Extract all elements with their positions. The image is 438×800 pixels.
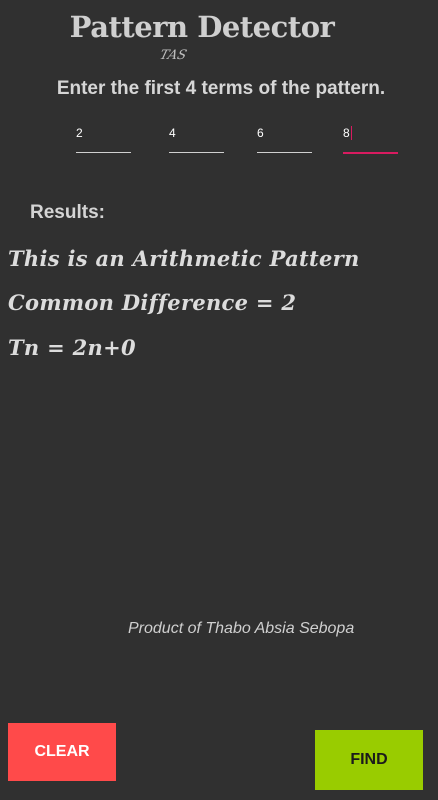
term-3-field[interactable] xyxy=(257,122,312,153)
term-4-field[interactable] xyxy=(343,122,398,154)
pattern-type-result: This is an Arithmetic Pattern xyxy=(8,246,360,271)
term-1-field[interactable] xyxy=(76,122,131,153)
results-label: Results: xyxy=(30,202,105,223)
footer-credit: Product of Thabo Absia Sebopa xyxy=(128,620,355,637)
clear-button[interactable]: CLEAR xyxy=(8,723,116,781)
common-difference-result: Common Difference = 2 xyxy=(8,290,297,315)
app-title: Pattern Detector xyxy=(69,10,335,44)
term-1-input[interactable] xyxy=(76,126,131,140)
author-signature: TAS xyxy=(157,48,189,63)
general-term-result: Tn = 2n+0 xyxy=(8,335,136,360)
instruction-text: Enter the first 4 terms of the pattern. xyxy=(56,78,386,99)
term-3-input[interactable] xyxy=(257,126,312,140)
term-2-input[interactable] xyxy=(169,126,224,140)
find-button[interactable]: FIND xyxy=(315,730,423,790)
term-2-field[interactable] xyxy=(169,122,224,153)
text-cursor xyxy=(351,126,352,140)
